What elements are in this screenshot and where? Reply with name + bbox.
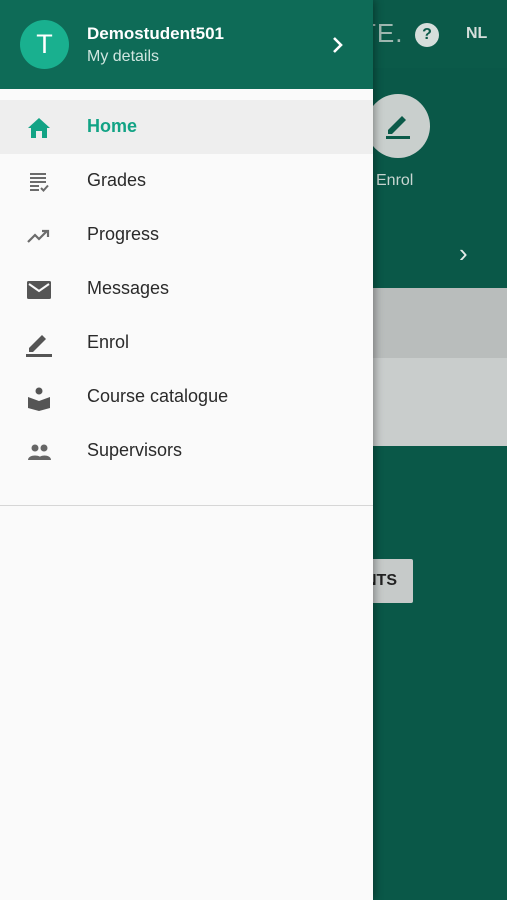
menu-item-grades[interactable]: Grades [0,154,373,208]
menu-item-label: Grades [87,170,147,190]
menu-item-label: Messages [87,278,170,298]
mail-icon [27,281,51,299]
pen-icon [386,116,410,139]
menu-item-progress[interactable]: Progress [0,208,373,262]
help-icon[interactable]: ? [415,23,439,47]
content-block [372,358,507,446]
menu-item-enrol[interactable]: Enrol [0,316,373,370]
drawer-header[interactable]: T Demostudent501 My details [0,0,373,89]
menu-item-label: Supervisors [87,440,183,460]
navigation-drawer: T Demostudent501 My details Home Grades [0,0,373,900]
menu-item-label: Enrol [87,332,130,352]
menu-item-messages[interactable]: Messages [0,262,373,316]
avatar: T [20,20,69,69]
grades-icon [30,173,49,192]
home-icon [28,118,50,138]
my-details-link[interactable]: My details [87,48,159,66]
chevron-right-icon[interactable] [328,34,348,56]
menu-item-label: Home [87,116,138,136]
menu-item-supervisors[interactable]: Supervisors [0,424,373,478]
book-reader-icon [28,387,50,411]
enrol-shortcut-label: Enrol [376,172,414,189]
user-name: Demostudent501 [87,24,224,43]
content-block [372,288,507,358]
enrol-shortcut-button[interactable] [366,94,430,158]
menu-item-label: Course catalogue [87,386,229,406]
pen-icon [26,335,52,357]
drawer-menu: Home Grades Progress Messages Enrol Cour… [0,100,373,478]
drawer-divider [0,505,373,506]
language-switch[interactable]: NL [466,25,487,43]
trending-up-icon [27,229,50,243]
menu-item-home[interactable]: Home [0,100,373,154]
menu-item-course-catalogue[interactable]: Course catalogue [0,370,373,424]
chevron-right-icon[interactable]: › [459,238,468,269]
people-icon [28,444,51,460]
menu-item-label: Progress [87,224,160,244]
